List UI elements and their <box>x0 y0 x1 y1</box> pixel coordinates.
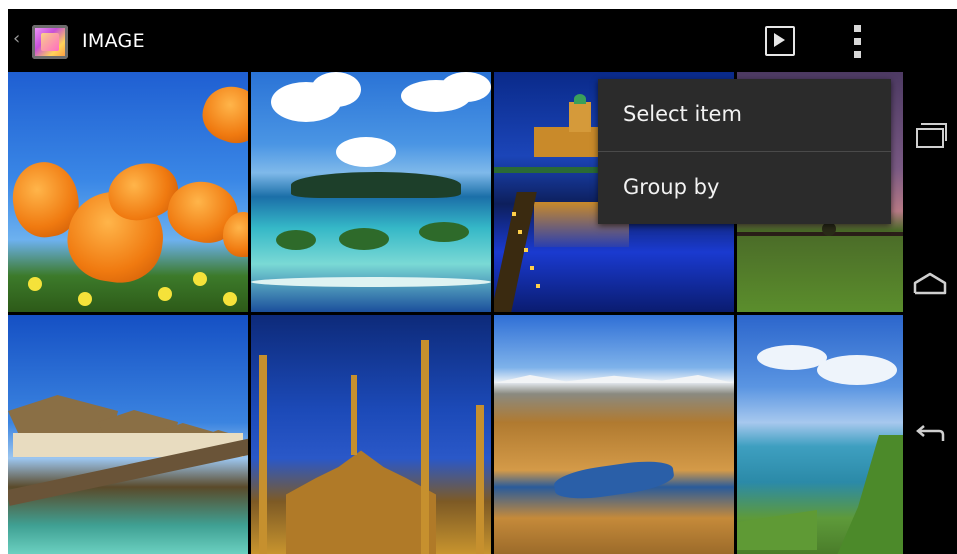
overwater-huts-photo[interactable] <box>8 315 248 554</box>
up-caret-icon[interactable]: ‹ <box>13 29 20 49</box>
slideshow-button[interactable] <box>765 26 795 56</box>
back-button[interactable] <box>903 409 957 469</box>
recent-apps-button[interactable] <box>903 101 957 161</box>
overflow-popup-menu: Select item Group by <box>598 79 891 224</box>
overflow-menu-button[interactable] <box>848 23 868 59</box>
system-navigation-bar <box>903 9 957 554</box>
menu-item-group-by[interactable]: Group by <box>598 152 891 224</box>
coastline-photo[interactable] <box>737 315 903 554</box>
menu-item-select-item[interactable]: Select item <box>598 79 891 151</box>
mosque-photo[interactable] <box>251 315 491 554</box>
home-icon <box>913 272 947 295</box>
back-icon <box>916 425 945 441</box>
play-triangle-icon <box>774 33 785 47</box>
overflow-dot-icon <box>854 51 861 58</box>
menu-item-label: Select item <box>623 102 742 126</box>
gallery-app-icon[interactable] <box>32 25 68 59</box>
device-screen: ‹ IMAGE Select item Group by <box>8 9 957 554</box>
overflow-dot-icon <box>854 25 861 32</box>
orange-poppies-photo[interactable] <box>8 72 248 312</box>
action-bar: ‹ IMAGE <box>8 9 903 72</box>
home-button[interactable] <box>903 257 957 317</box>
menu-item-label: Group by <box>623 175 720 199</box>
overflow-dot-icon <box>854 38 861 45</box>
page-title: IMAGE <box>82 30 145 52</box>
recent-apps-icon-front <box>916 128 944 148</box>
tundra-lake-photo[interactable] <box>494 315 734 554</box>
tropical-islands-photo[interactable] <box>251 72 491 312</box>
